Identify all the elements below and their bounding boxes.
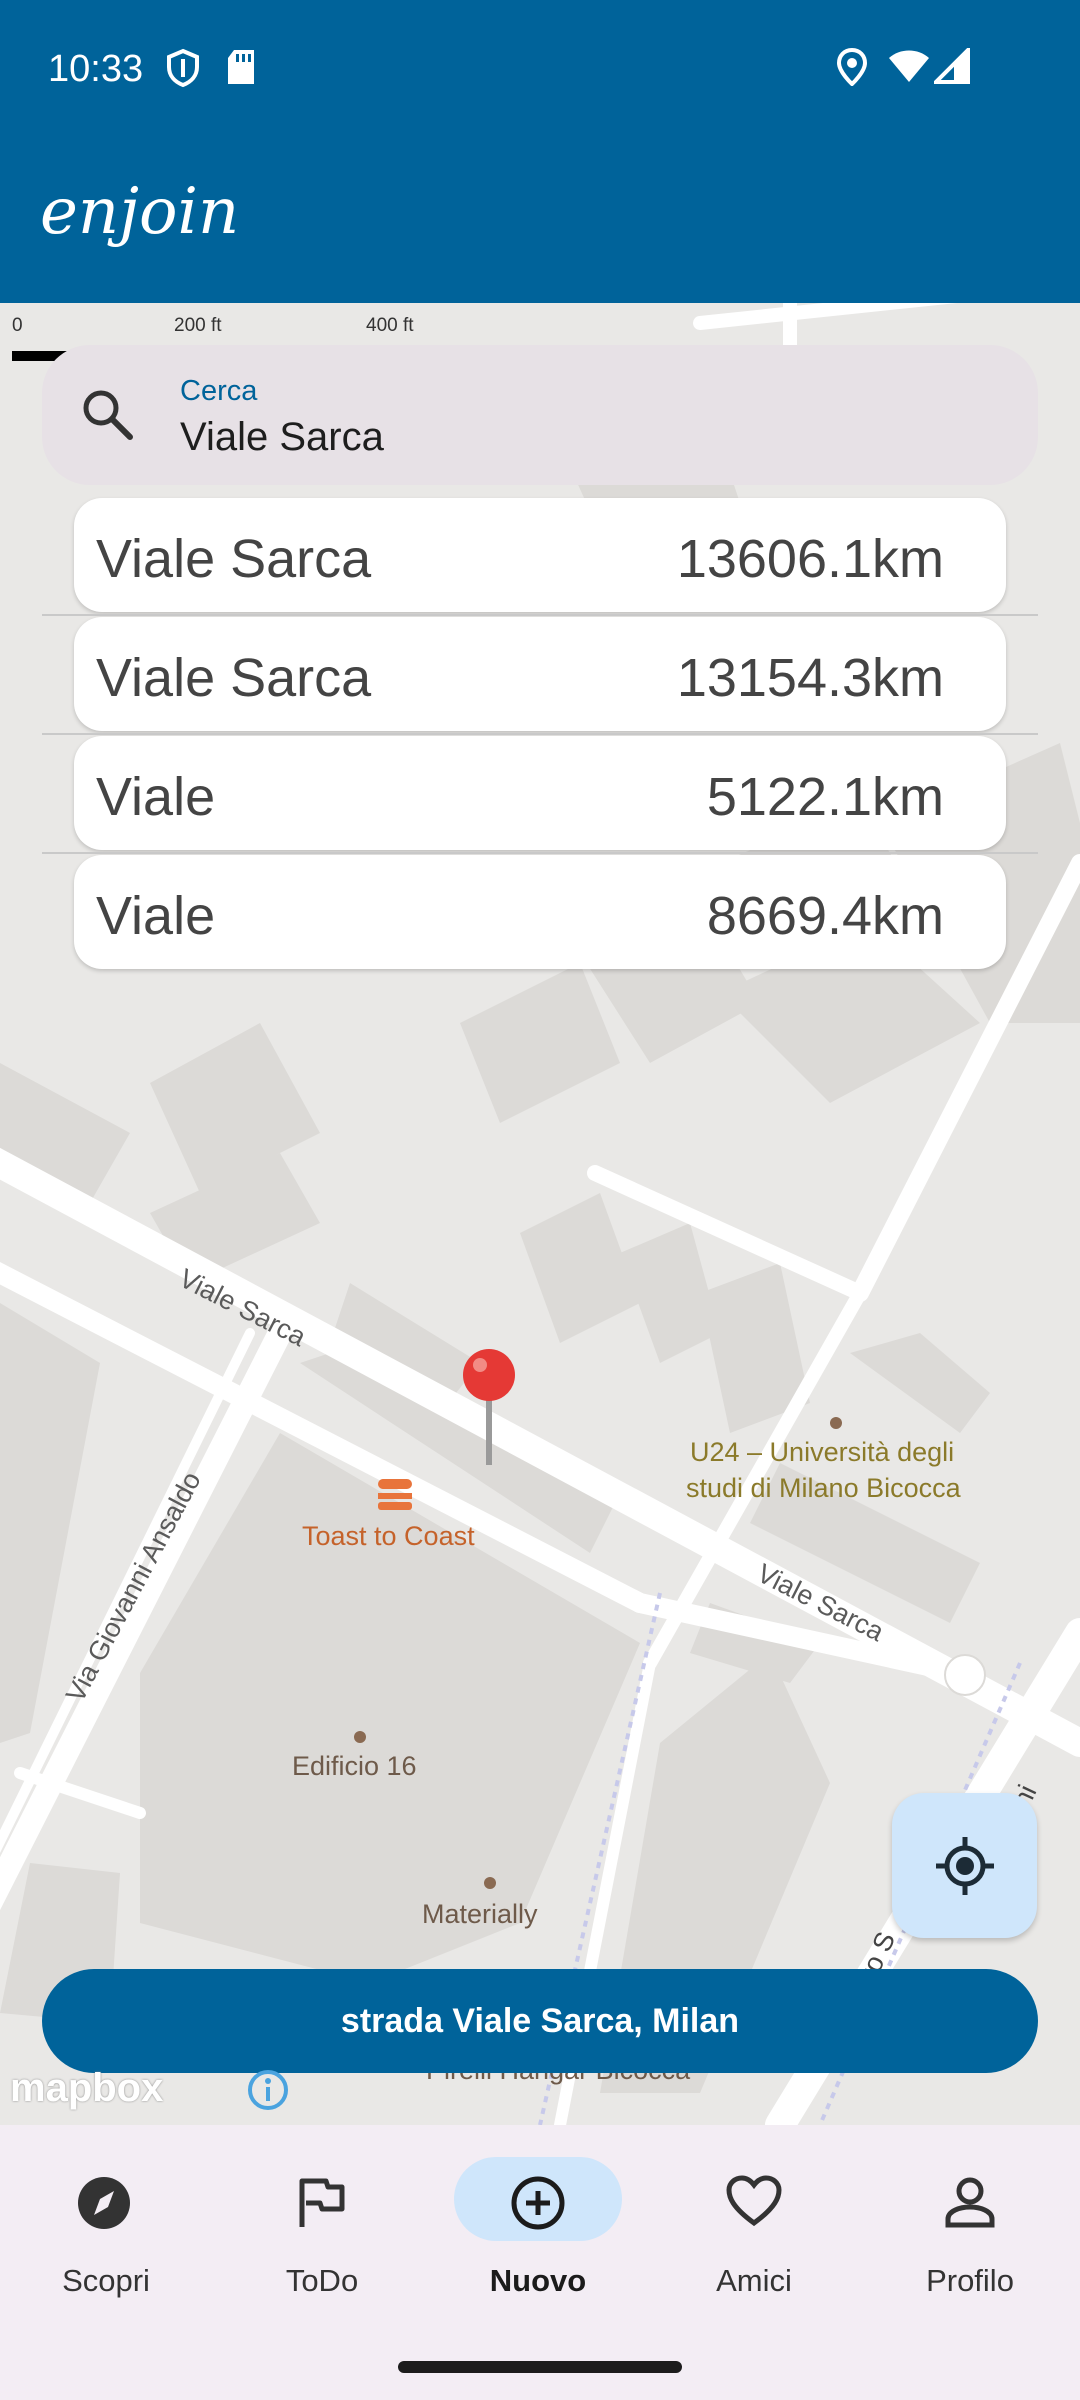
search-result[interactable]: Viale Sarca 13154.3km: [74, 617, 1006, 731]
my-location-icon: [936, 1837, 994, 1895]
nav-label: Scopri: [62, 2263, 150, 2298]
location-icon: [836, 47, 868, 91]
shield-icon: [166, 48, 200, 93]
person-icon: [942, 2175, 998, 2236]
add-circle-icon: [510, 2175, 566, 2236]
poi-label[interactable]: Materially: [422, 1899, 538, 1930]
app-bar: enjoin: [0, 135, 1080, 303]
divider: [42, 733, 1038, 735]
gesture-bar: [0, 2335, 1080, 2400]
nav-item-todo[interactable]: ToDo: [222, 2157, 402, 2317]
poi-label[interactable]: U24 – Università degli: [690, 1437, 954, 1468]
result-name: Viale Sarca: [96, 648, 372, 708]
bottom-navigation: Scopri ToDo Nuovo Amici Profilo: [0, 2125, 1080, 2335]
result-distance: 13606.1km: [676, 529, 944, 589]
nav-label: ToDo: [285, 2263, 359, 2298]
search-result[interactable]: Viale Sarca 13606.1km: [74, 498, 1006, 612]
wifi-icon: [888, 48, 930, 89]
nav-label: Profilo: [926, 2263, 1014, 2298]
search-input[interactable]: Viale Sarca: [180, 415, 384, 460]
signal-icon: [931, 45, 970, 89]
enjoin-logo: enjoin: [40, 173, 260, 258]
nav-label: Nuovo: [489, 2263, 587, 2298]
result-distance: 13154.3km: [676, 648, 944, 708]
my-location-button[interactable]: [892, 1793, 1037, 1938]
nav-item-amici[interactable]: Amici: [654, 2157, 834, 2317]
scale-label-400: 400 ft: [366, 315, 414, 336]
poi-label[interactable]: Edificio 16: [292, 1751, 417, 1782]
nav-item-nuovo[interactable]: Nuovo: [438, 2157, 622, 2317]
nav-item-profilo[interactable]: Profilo: [870, 2157, 1050, 2317]
search-label: Cerca: [180, 375, 258, 407]
search-result[interactable]: Viale 5122.1km: [74, 736, 1006, 850]
scale-label-200: 200 ft: [174, 315, 222, 336]
result-distance: 5122.1km: [706, 767, 944, 827]
result-name: Viale: [96, 767, 216, 827]
search-result[interactable]: Viale 8669.4km: [74, 855, 1006, 969]
sd-card-icon: [226, 48, 256, 91]
search-field[interactable]: Cerca Viale Sarca: [42, 345, 1038, 485]
poi-label[interactable]: Toast to Coast: [302, 1521, 475, 1552]
nav-item-scopri[interactable]: Scopri: [6, 2157, 186, 2317]
burger-icon: [378, 1479, 412, 1510]
mapbox-logo: mapbox: [10, 2066, 164, 2110]
status-bar: 10:33: [0, 0, 1080, 135]
scale-label-0: 0: [12, 315, 23, 336]
home-handle[interactable]: [398, 2361, 682, 2373]
selected-address-button[interactable]: strada Viale Sarca, Milan: [42, 1969, 1038, 2073]
result-name: Viale: [96, 886, 216, 946]
status-time: 10:33: [48, 48, 144, 90]
poi-label[interactable]: studi di Milano Bicocca: [686, 1473, 961, 1504]
result-name: Viale Sarca: [96, 529, 372, 589]
heart-icon: [726, 2175, 782, 2232]
result-distance: 8669.4km: [706, 886, 944, 946]
divider: [42, 614, 1038, 616]
compass-icon: [76, 2175, 132, 2236]
svg-text:enjoin: enjoin: [40, 175, 239, 249]
divider: [42, 852, 1038, 854]
nav-label: Amici: [716, 2263, 792, 2298]
info-icon[interactable]: [246, 2068, 290, 2117]
search-icon: [78, 385, 136, 448]
flag-icon: [296, 2175, 346, 2236]
